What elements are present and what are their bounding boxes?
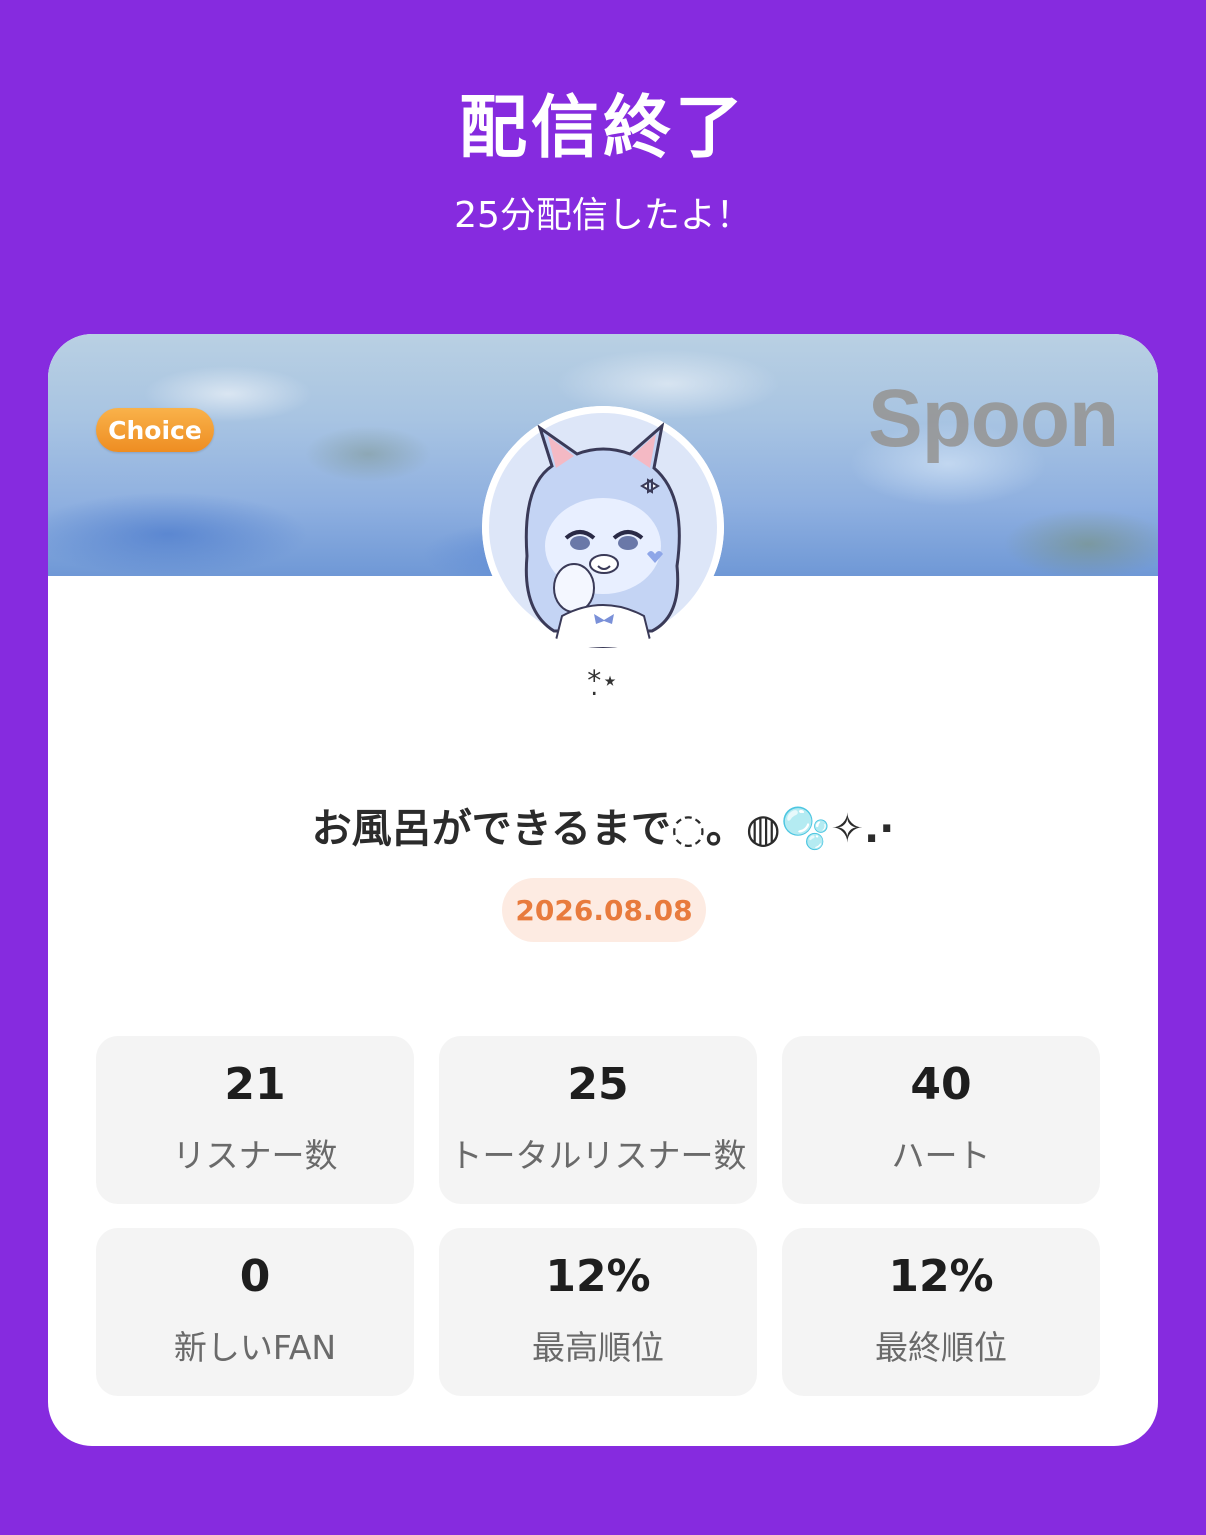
- stat-value: 40: [910, 1059, 972, 1110]
- date-badge: 2026.08.08: [502, 878, 706, 942]
- stat-label: 新しいFAN: [173, 1328, 337, 1367]
- stat-hearts: 40 ハート: [782, 1036, 1100, 1204]
- user-nickname: *̣⋆: [587, 664, 619, 697]
- stats-grid: 21 リスナー数 25 トータルリスナー数 40 ハート 0 新しいFAN 12…: [96, 1036, 1100, 1396]
- stat-label: ハート: [891, 1136, 991, 1175]
- choice-badge: Choice: [96, 408, 214, 452]
- avatar-cat-icon: [482, 406, 724, 648]
- stat-final-rank: 12% 最終順位: [782, 1228, 1100, 1396]
- stat-total-listeners: 25 トータルリスナー数: [439, 1036, 757, 1204]
- stat-new-fans: 0 新しいFAN: [96, 1228, 414, 1396]
- stat-value: 0: [239, 1251, 271, 1302]
- page-subtitle: 25分配信したよ！: [454, 195, 752, 236]
- live-title: お風呂ができるまで◌。◍🫧✧.·: [311, 806, 895, 852]
- stat-label: 最終順位: [875, 1328, 1007, 1367]
- stat-value: 12%: [888, 1251, 994, 1302]
- stat-label: トータルリスナー数: [449, 1136, 747, 1175]
- stat-value: 25: [567, 1059, 629, 1110]
- spoon-logo: Spoon: [868, 373, 1119, 464]
- avatar[interactable]: [482, 406, 724, 648]
- stat-value: 21: [224, 1059, 286, 1110]
- page-title: 配信終了: [458, 89, 747, 168]
- live-summary-card: Choice Spoon *̣⋆ お風呂ができるまで◌。◍🫧✧.· 2026.0…: [48, 334, 1158, 1446]
- stat-value: 12%: [545, 1251, 651, 1302]
- stat-highest-rank: 12% 最高順位: [439, 1228, 757, 1396]
- stat-label: リスナー数: [172, 1136, 338, 1175]
- stat-label: 最高順位: [532, 1328, 664, 1367]
- stat-listeners: 21 リスナー数: [96, 1036, 414, 1204]
